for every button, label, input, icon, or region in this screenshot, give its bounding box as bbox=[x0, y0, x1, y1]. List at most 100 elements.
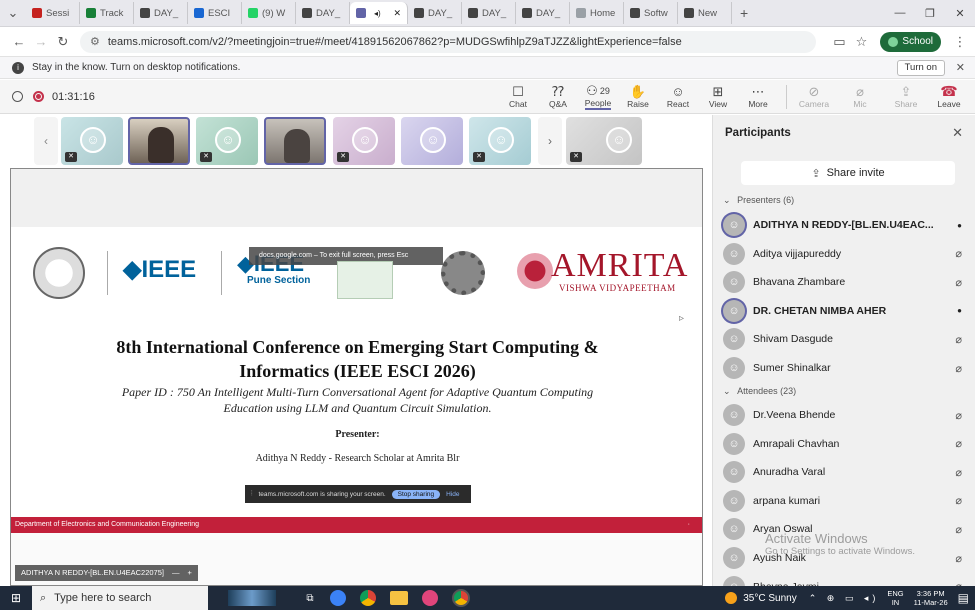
address-bar[interactable]: ⚙ teams.microsoft.com/v2/?meetingjoin=tr… bbox=[80, 30, 817, 53]
chrome-icon[interactable] bbox=[360, 590, 376, 606]
avatar-icon: ☺ bbox=[606, 127, 632, 153]
app-icon[interactable] bbox=[422, 590, 438, 606]
browser-tab[interactable]: DAY_ bbox=[408, 2, 462, 24]
participant-row[interactable]: ☺ DR. CHETAN NIMBA AHER ● bbox=[723, 297, 968, 325]
mic-off-icon: ⌀ bbox=[955, 248, 962, 261]
browser-tab[interactable]: DAY_ bbox=[462, 2, 516, 24]
attendees-section-header[interactable]: ⌄ Attendees (23) bbox=[723, 386, 796, 397]
tab-favicon-icon bbox=[468, 8, 478, 18]
browser-tab-active[interactable]: ◂) ✕ bbox=[350, 2, 408, 24]
browser-tab[interactable]: New bbox=[678, 2, 732, 24]
avatar-icon: ☺ bbox=[723, 328, 745, 351]
participant-row[interactable]: ☺ Aditya vijjapureddy ⌀ bbox=[723, 240, 968, 268]
participant-name: Bhavana Zhambare bbox=[753, 276, 846, 289]
avatar-icon: ☺ bbox=[215, 127, 241, 153]
browser-tab[interactable]: ESCI bbox=[188, 2, 242, 24]
weather-text[interactable]: 35°C Sunny bbox=[743, 593, 796, 604]
participant-row[interactable]: ☺ Dr.Veena Bhende ⌀ bbox=[723, 401, 968, 429]
browser-menu-icon[interactable]: ⋮ bbox=[949, 34, 971, 50]
tab-search-chevron-icon[interactable]: ⌄ bbox=[0, 5, 26, 21]
video-tile[interactable]: ☺ bbox=[401, 117, 463, 165]
participant-row[interactable]: ☺ Amrapali Chavhan ⌀ bbox=[723, 430, 968, 458]
forward-icon[interactable]: → bbox=[30, 34, 52, 49]
browser-tab[interactable]: DAY_ bbox=[516, 2, 570, 24]
share-invite-button[interactable]: ⇪ Share invite bbox=[741, 161, 955, 185]
zoom-in-icon[interactable]: + bbox=[187, 565, 191, 581]
video-tile[interactable]: ☺ ✕ bbox=[61, 117, 123, 165]
hide-sharing-button[interactable]: Hide bbox=[446, 491, 459, 498]
windows-start-icon[interactable]: ⊞ bbox=[0, 591, 32, 605]
notifications-icon[interactable]: ▤ bbox=[958, 591, 969, 605]
participant-row[interactable]: ☺Bhavna Jaymi⌀ bbox=[723, 573, 968, 586]
presenters-section-header[interactable]: ⌄ Presenters (6) bbox=[723, 195, 794, 206]
system-tray-icons[interactable]: ⌃ ⊕ ▭ ◂) bbox=[809, 593, 880, 604]
close-tab-icon[interactable]: ✕ bbox=[393, 8, 401, 19]
participant-row[interactable]: ☺ arpana kumari ⌀ bbox=[723, 487, 968, 515]
browser-tab[interactable]: Track bbox=[80, 2, 134, 24]
participant-row[interactable]: ☺ Anuradha Varal ⌀ bbox=[723, 458, 968, 486]
leave-button[interactable]: ☎ Leave bbox=[929, 84, 969, 110]
avatar-icon: ☺ bbox=[723, 489, 745, 512]
app-icon[interactable] bbox=[330, 590, 346, 606]
participant-row[interactable]: ☺ ADITHYA N REDDY-[BL.EN.U4EAC... ● bbox=[723, 211, 968, 239]
taskbar-search-box[interactable]: ⌕ Type here to search bbox=[32, 586, 208, 610]
chrome-icon[interactable] bbox=[452, 589, 470, 607]
turn-on-button[interactable]: Turn on bbox=[896, 60, 945, 76]
gallery-next-button[interactable]: › bbox=[538, 117, 562, 165]
share-button[interactable]: ⇪ Share bbox=[883, 84, 929, 109]
browser-tab[interactable]: DAY_ bbox=[296, 2, 350, 24]
people-button[interactable]: ⚇ 29 People bbox=[578, 83, 618, 110]
react-button[interactable]: ☺ React bbox=[658, 84, 698, 109]
avatar-icon: ☺ bbox=[723, 518, 745, 541]
participant-row[interactable]: ☺ Bhavana Zhambare ⌀ bbox=[723, 268, 968, 296]
video-tile[interactable]: ☺ ✕ bbox=[196, 117, 258, 165]
cast-icon[interactable]: ▭ bbox=[828, 34, 850, 50]
file-explorer-icon[interactable] bbox=[390, 591, 408, 605]
gallery-prev-button[interactable]: ‹ bbox=[34, 117, 58, 165]
participant-row[interactable]: ☺ Shivam Dasgude ⌀ bbox=[723, 325, 968, 353]
mic-off-icon: ⌀ bbox=[955, 276, 962, 289]
maximize-window-button[interactable]: ❐ bbox=[915, 7, 945, 20]
site-info-icon[interactable]: ⚙ bbox=[90, 35, 100, 48]
task-view-icon[interactable]: ⧉ bbox=[298, 593, 322, 604]
reload-icon[interactable]: ↻ bbox=[52, 34, 74, 50]
raise-button[interactable]: ✋ Raise bbox=[618, 84, 658, 109]
browser-tab[interactable]: DAY_ bbox=[134, 2, 188, 24]
view-button[interactable]: ⊞ View bbox=[698, 84, 738, 109]
video-tile-host[interactable] bbox=[264, 117, 326, 165]
lang-secondary: IN bbox=[891, 598, 900, 607]
dismiss-notification-icon[interactable]: ✕ bbox=[956, 61, 965, 74]
stop-sharing-button[interactable]: Stop sharing bbox=[391, 489, 441, 499]
back-icon[interactable]: ← bbox=[8, 34, 30, 49]
close-window-button[interactable]: ✕ bbox=[945, 7, 975, 20]
video-tile[interactable]: ☺ ✕ bbox=[333, 117, 395, 165]
avatar-icon: ☺ bbox=[723, 299, 745, 322]
minimize-window-button[interactable]: — bbox=[885, 7, 915, 19]
participant-name: Anuradha Varal bbox=[753, 466, 826, 479]
close-panel-icon[interactable]: ✕ bbox=[952, 125, 963, 141]
video-tile[interactable]: ☺ ✕ bbox=[469, 117, 531, 165]
participant-row[interactable]: ☺ Sumer Shinalkar ⌀ bbox=[723, 354, 968, 382]
browser-tab[interactable]: Home bbox=[570, 2, 624, 24]
profile-button[interactable]: School bbox=[880, 31, 941, 52]
bookmark-star-icon[interactable]: ☆ bbox=[850, 34, 872, 50]
more-button[interactable]: ⋯ More bbox=[738, 84, 778, 109]
activate-line2: Go to Settings to activate Windows. bbox=[765, 546, 915, 557]
chat-button[interactable]: ☐ Chat bbox=[498, 84, 538, 109]
camera-button[interactable]: ⊘ Camera bbox=[791, 84, 837, 109]
new-tab-button[interactable]: + bbox=[740, 5, 748, 21]
mic-button[interactable]: ⌀ Mic bbox=[837, 84, 883, 109]
clock[interactable]: 3:36 PM 11-Mar-26 bbox=[914, 589, 948, 607]
zoom-out-icon[interactable]: — bbox=[172, 565, 180, 581]
qa-button[interactable]: ⁇ Q&A bbox=[538, 84, 578, 109]
language-indicator[interactable]: ENG IN bbox=[887, 589, 903, 607]
browser-tab[interactable]: (9) W bbox=[242, 2, 296, 24]
avatar-icon: ☺ bbox=[723, 575, 745, 586]
video-tile[interactable]: ☺ ✕ bbox=[566, 117, 642, 165]
browser-tab[interactable]: Sessi bbox=[26, 2, 80, 24]
browser-tab[interactable]: Softw bbox=[624, 2, 678, 24]
video-tile-presenter[interactable] bbox=[128, 117, 190, 165]
participant-name: Sumer Shinalkar bbox=[753, 362, 831, 374]
tab-audio-icon[interactable]: ◂) bbox=[374, 9, 381, 18]
mic-off-icon: ✕ bbox=[570, 152, 582, 162]
